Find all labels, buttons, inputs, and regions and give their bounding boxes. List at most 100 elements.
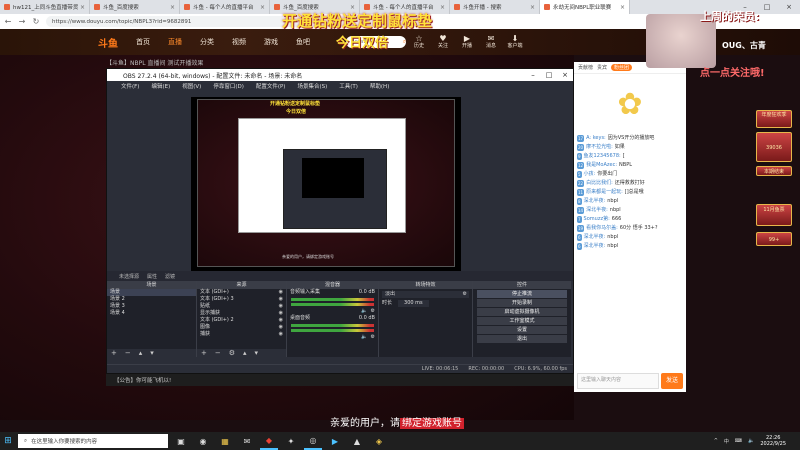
cortana-icon[interactable]: ◉ [194, 432, 212, 450]
source-item[interactable]: 文本 (GDI+) ◉ [197, 289, 286, 296]
follow-icon[interactable]: ♥ 关注 [432, 34, 454, 49]
windows-start-icon[interactable]: ⊞ [0, 432, 16, 450]
promo-card[interactable]: 11月鱼票 [756, 204, 792, 226]
nav-live[interactable]: 直播 [168, 37, 182, 47]
close-icon[interactable]: × [440, 4, 445, 11]
remove-icon[interactable]: − [215, 349, 221, 357]
gear-icon[interactable]: ⚙ [371, 334, 375, 341]
eye-icon[interactable]: ◉ [279, 289, 283, 296]
start-recording-button[interactable]: 开始录制 [477, 299, 567, 307]
browser-tab[interactable]: hw121_上同斗鱼直播带货 × [0, 0, 90, 14]
virtual-camera-button[interactable]: 启动虚拟摄像机 [477, 308, 567, 316]
add-icon[interactable]: + [111, 349, 117, 357]
mail-icon[interactable]: ✉ [238, 432, 256, 450]
gear-icon[interactable]: ⚙ [371, 308, 375, 315]
menu-docks[interactable]: 停靠窗口(D) [213, 82, 244, 90]
volume-slider[interactable]: 🔈 ⚙ [287, 308, 378, 315]
chat-username[interactable]: 摩不拉光啦: [586, 144, 613, 151]
scene-item[interactable]: 场景 4 [107, 310, 196, 317]
scene-item[interactable]: 场景 [107, 289, 196, 296]
forward-icon[interactable]: → [18, 17, 26, 26]
volume-slider[interactable]: 🔈 ⚙ [287, 334, 378, 341]
chat-username[interactable]: 深北半夜: [586, 207, 608, 214]
settings-button[interactable]: 设置 [477, 326, 567, 334]
move-down-icon[interactable]: ▾ [150, 349, 154, 357]
tab-fans[interactable]: 粉丝团 [611, 64, 633, 71]
chat-username[interactable]: 鱼友12345678: [584, 153, 621, 160]
clock[interactable]: 22:26 2022/9/25 [760, 435, 786, 447]
eye-icon[interactable]: ◉ [279, 317, 283, 324]
close-icon[interactable]: × [620, 4, 625, 11]
filters-button[interactable]: 滤镜 [165, 273, 175, 280]
minimize-icon[interactable]: – [525, 71, 541, 79]
scene-item[interactable]: 场景 3 [107, 303, 196, 310]
chat-username[interactable]: 原来都是一起玩: [586, 189, 623, 196]
taskview-icon[interactable]: ▣ [172, 432, 190, 450]
search-icon[interactable]: ⌕ [403, 39, 406, 46]
nav-yuba[interactable]: 鱼吧 [296, 37, 310, 47]
source-item[interactable]: 贴纸 ◉ [197, 303, 286, 310]
properties-button[interactable]: 属性 [147, 273, 157, 280]
app-icon[interactable]: ▲ [348, 432, 366, 450]
scene-item[interactable]: 场景 2 [107, 296, 196, 303]
promo-card[interactable]: 本期结束 [756, 166, 792, 176]
chat-username[interactable]: 白比比我们: [586, 180, 613, 187]
menu-help[interactable]: 帮助(H) [370, 82, 389, 90]
tab-vip[interactable]: 贵宾 [597, 64, 607, 71]
menu-file[interactable]: 文件(F) [121, 82, 139, 90]
maximize-icon[interactable]: □ [541, 71, 557, 79]
douyu-logo[interactable]: 斗鱼 [98, 35, 118, 50]
bind-account-link[interactable]: 绑定游戏账号 [400, 418, 464, 429]
close-icon[interactable]: × [170, 4, 175, 11]
gear-icon[interactable]: ⚙ [229, 349, 235, 357]
close-window-icon[interactable]: × [778, 0, 800, 14]
remove-icon[interactable]: − [125, 349, 131, 357]
move-up-icon[interactable]: ▴ [243, 349, 247, 357]
media-icon[interactable]: ▶ [326, 432, 344, 450]
tab-contribution[interactable]: 贡献榜 [578, 64, 593, 71]
menu-edit[interactable]: 编辑(E) [151, 82, 170, 90]
chat-username[interactable]: 深北半夜: [584, 243, 606, 250]
eye-icon[interactable]: ◉ [279, 310, 283, 317]
speaker-icon[interactable]: 🔈 [361, 334, 367, 341]
browser-tab[interactable]: 斗鱼开播 - 搜索 × [450, 0, 540, 14]
move-up-icon[interactable]: ▴ [139, 349, 143, 357]
obs-icon[interactable]: ◎ [304, 432, 322, 450]
chat-username[interactable]: 深北半夜: [584, 198, 606, 205]
close-icon[interactable]: × [557, 71, 573, 79]
nav-video[interactable]: 视频 [232, 37, 246, 47]
transition-select[interactable]: 淡出 ⚙ [382, 291, 469, 298]
exit-button[interactable]: 退出 [477, 335, 567, 343]
chat-username[interactable]: 深北半夜: [584, 234, 606, 241]
chat-username[interactable]: 小孩: [584, 171, 596, 178]
promo-card[interactable]: 年度狂欢季 [756, 110, 792, 128]
ime-icon[interactable]: 中 [724, 438, 729, 445]
menu-scene-collection[interactable]: 场景集合(S) [297, 82, 327, 90]
file-explorer-icon[interactable]: ▦ [216, 432, 234, 450]
eye-icon[interactable]: ◉ [279, 296, 283, 303]
duration-field[interactable]: 300 ms [398, 300, 429, 307]
broadcast-icon[interactable]: ▶ 开播 [456, 34, 478, 49]
promo-card[interactable]: 99+ [756, 232, 792, 246]
eye-icon[interactable]: ◉ [279, 331, 283, 338]
chat-input[interactable]: 这里输入聊天内容 [577, 373, 659, 389]
close-icon[interactable]: × [260, 4, 265, 11]
taskbar-search[interactable]: ⌕ 在这里输入你要搜索的内容 [18, 434, 168, 448]
gear-icon[interactable]: ⚙ [463, 291, 467, 298]
browser-tab[interactable]: 斗鱼_百度搜索 × [90, 0, 180, 14]
eye-icon[interactable]: ◉ [279, 303, 283, 310]
browser-tab-active[interactable]: 永劫无间NBPL职业联赛 × [540, 0, 630, 14]
chat-username[interactable]: A: keys: [586, 135, 606, 142]
send-button[interactable]: 发送 [661, 373, 683, 389]
source-item[interactable]: 显示捕获 ◉ [197, 310, 286, 317]
chat-username[interactable]: Somuzz第: [584, 216, 610, 223]
tray-expand-icon[interactable]: ^ [714, 438, 718, 444]
chat-username[interactable]: 看我你马尔盖: [586, 225, 618, 232]
studio-mode-button[interactable]: 工作室模式 [477, 317, 567, 325]
back-icon[interactable]: ← [4, 17, 12, 26]
download-icon[interactable]: ⬇ 客户端 [504, 34, 526, 49]
source-item[interactable]: 文本 (GDI+) 3 ◉ [197, 296, 286, 303]
history-icon[interactable]: ☆ 历史 [408, 34, 430, 49]
browser-tab[interactable]: 斗鱼 - 每个人的直播平台 × [180, 0, 270, 14]
chat-username[interactable]: 我是MoAzec: [586, 162, 617, 169]
